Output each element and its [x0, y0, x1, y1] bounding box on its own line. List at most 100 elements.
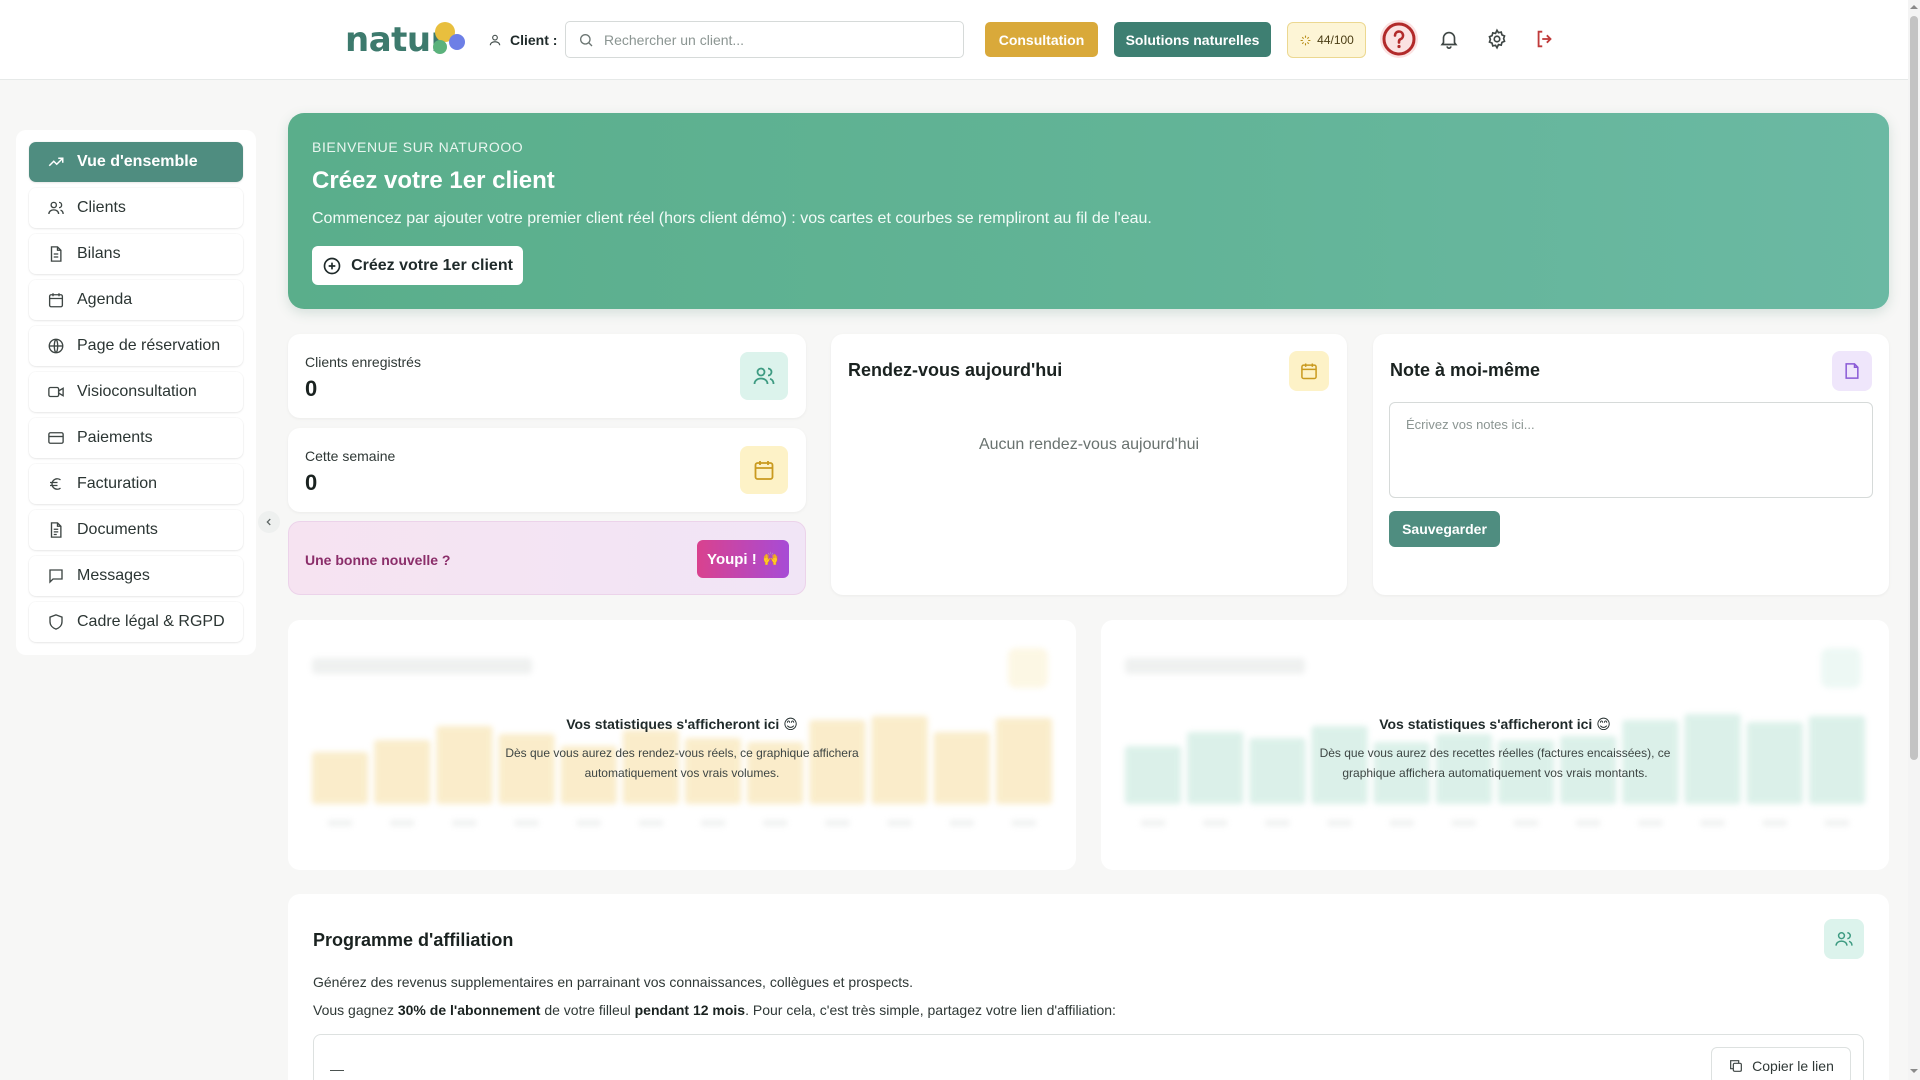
sidebar-item-label: Cadre légal & RGPD [77, 613, 225, 630]
client-search[interactable] [565, 21, 964, 58]
youpi-button[interactable]: Youpi ! 🙌 [697, 540, 789, 578]
self-note-card: Note à moi-même Sauvegarder [1373, 334, 1889, 595]
bell-icon[interactable] [1438, 28, 1460, 50]
affiliation-link-field[interactable]: — Copier le lien [313, 1034, 1864, 1080]
good-news-card: Une bonne nouvelle ? Youpi ! 🙌 [288, 521, 806, 595]
appointments-chart-overlay: Vos statistiques s'afficheront ici 😊 Dès… [288, 716, 1076, 783]
welcome-title: Créez votre 1er client [312, 167, 555, 194]
sidebar-collapse-button[interactable] [258, 511, 280, 533]
placeholder-tick [701, 820, 726, 826]
score-badge[interactable]: 44/100 [1287, 22, 1366, 58]
help-icon [1382, 22, 1416, 56]
placeholder-tick [576, 820, 601, 826]
placeholder-tick [1389, 820, 1414, 826]
client-label-text: Client : [510, 32, 558, 48]
copy-link-label: Copier le lien [1752, 1058, 1834, 1074]
sparkle-icon [1299, 34, 1312, 47]
logo-text: natur [345, 20, 447, 60]
placeholder-tick [1451, 820, 1476, 826]
sidebar-item-agenda[interactable]: Agenda [29, 280, 243, 320]
scroll-up-arrow[interactable] [1909, 2, 1919, 12]
users-icon [46, 198, 66, 218]
sidebar-item-messages[interactable]: Messages [29, 556, 243, 596]
terms-duration: pendant 12 mois [634, 1002, 746, 1018]
sidebar-item-documents[interactable]: Documents [29, 510, 243, 550]
logo-dot-blue [449, 34, 465, 50]
week-chip [740, 446, 788, 494]
this-week-label: Cette semaine [305, 448, 396, 464]
terms-middle: de votre filleul [540, 1002, 635, 1018]
placeholder-tick [1638, 820, 1663, 826]
appointments-overlay-title: Vos statistiques s'afficheront ici 😊 [566, 716, 798, 732]
sidebar-item-visioconsultation[interactable]: Visioconsultation [29, 372, 243, 412]
placeholder-tick [825, 820, 850, 826]
users-icon [752, 364, 776, 388]
sidebar-item-label: Clients [77, 199, 126, 216]
terms-prefix: Vous gagnez [313, 1002, 398, 1018]
clients-registered-label: Clients enregistrés [305, 354, 421, 370]
shield-icon [46, 612, 66, 632]
clients-registered-value: 0 [305, 376, 318, 401]
affiliation-terms: Vous gagnez 30% de l'abonnement de votre… [313, 1002, 1116, 1018]
self-note-textarea[interactable] [1389, 402, 1873, 498]
welcome-description: Commencez par ajouter votre premier clie… [312, 210, 1152, 227]
affiliation-title: Programme d'affiliation [313, 930, 514, 950]
sidebar-item-label: Documents [77, 521, 158, 538]
welcome-kicker: BIENVENUE SUR NATUROOO [312, 139, 524, 155]
sidebar-item-vue-ensemble[interactable]: Vue d'ensemble [29, 142, 243, 182]
affiliation-chip [1824, 919, 1864, 959]
sidebar-item-page-reservation[interactable]: Page de réservation [29, 326, 243, 366]
terms-suffix: . Pour cela, c'est très simple, partagez… [745, 1002, 1116, 1018]
naturooo-logo[interactable]: natur [345, 18, 475, 62]
sidebar-item-cadre-legal[interactable]: Cadre légal & RGPD [29, 602, 243, 642]
logout-icon[interactable] [1534, 28, 1556, 50]
sidebar: Vue d'ensemble Clients Bilans Agenda Pag… [16, 130, 280, 655]
revenue-evolution-card: Vos statistiques s'afficheront ici 😊 Dès… [1101, 620, 1889, 870]
trending-up-icon [46, 152, 66, 172]
raised-hands-icon: 🙌 [762, 551, 779, 566]
sidebar-item-clients[interactable]: Clients [29, 188, 243, 228]
solutions-naturelles-button[interactable]: Solutions naturelles [1114, 22, 1271, 57]
placeholder-tick [1700, 820, 1725, 826]
consultation-button[interactable]: Consultation [985, 22, 1098, 57]
placeholder-tick [1762, 820, 1787, 826]
appointments-today-title: Rendez-vous aujourd'hui [848, 360, 1063, 380]
revenue-overlay-description: Dès que vous aurez des recettes réelles … [1319, 746, 1671, 780]
create-first-client-button[interactable]: Créez votre 1er client [312, 246, 523, 285]
note-icon [1842, 361, 1862, 381]
sidebar-item-bilans[interactable]: Bilans [29, 234, 243, 274]
this-week-card: Cette semaine 0 [288, 428, 806, 512]
video-icon [46, 382, 66, 402]
self-note-title: Note à moi-même [1390, 360, 1541, 380]
good-news-text: Une bonne nouvelle ? [305, 552, 451, 568]
placeholder-tick [1327, 820, 1352, 826]
client-search-input[interactable] [604, 31, 934, 48]
sidebar-item-label: Messages [77, 567, 150, 584]
message-icon [46, 566, 66, 586]
placeholder-tick [390, 820, 415, 826]
scrollbar-thumb[interactable] [1910, 16, 1918, 760]
revenue-chart-overlay: Vos statistiques s'afficheront ici 😊 Dès… [1101, 716, 1889, 783]
create-first-client-label: Créez votre 1er client [351, 256, 513, 274]
sidebar-item-label: Vue d'ensemble [77, 153, 198, 170]
copy-link-button[interactable]: Copier le lien [1711, 1047, 1851, 1080]
sidebar-item-facturation[interactable]: Facturation [29, 464, 243, 504]
save-note-button[interactable]: Sauvegarder [1389, 511, 1500, 547]
search-icon [578, 32, 594, 48]
sidebar-item-paiements[interactable]: Paiements [29, 418, 243, 458]
sidebar-item-label: Facturation [77, 475, 158, 492]
scroll-down-arrow[interactable] [1909, 1066, 1919, 1076]
score-value: 44/100 [1317, 33, 1354, 47]
calendar-icon [46, 290, 66, 310]
gear-icon[interactable] [1486, 28, 1508, 50]
calendar-icon [752, 458, 776, 482]
euro-icon [46, 474, 66, 494]
placeholder-tick [1141, 820, 1166, 826]
sidebar-item-label: Visioconsultation [77, 383, 197, 400]
document-icon [46, 520, 66, 540]
client-selector-label: Client : [488, 28, 557, 52]
globe-icon [46, 336, 66, 356]
help-button[interactable] [1380, 20, 1418, 58]
appointments-overlay-description: Dès que vous aurez des rendez-vous réels… [505, 746, 859, 780]
placeholder-tick [1824, 820, 1849, 826]
